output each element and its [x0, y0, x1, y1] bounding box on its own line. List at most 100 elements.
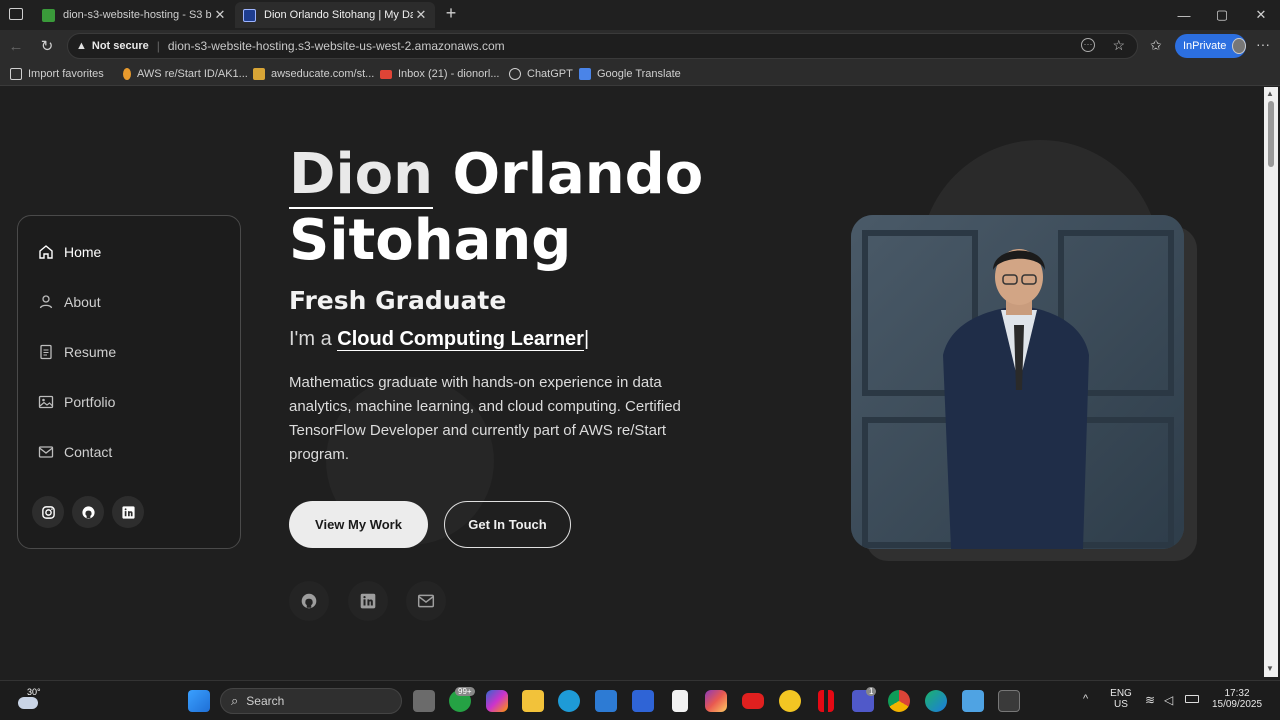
- instagram-app-icon[interactable]: [705, 690, 727, 712]
- hero-first-name: Dion: [289, 142, 434, 209]
- teams-badge: 1: [866, 687, 877, 696]
- minimize-icon[interactable]: —: [1164, 0, 1204, 30]
- bookmark-label: Google Translate: [597, 68, 681, 80]
- tab-title: Dion Orlando Sitohang | My Data: [264, 9, 413, 21]
- translate-icon: [579, 68, 591, 80]
- sidebar-item-label: Portfolio: [64, 394, 116, 410]
- image-icon: [38, 395, 54, 409]
- sidebar-item-label: About: [64, 294, 101, 310]
- search-placeholder: Search: [246, 694, 285, 708]
- close-tab-icon[interactable]: ✕: [413, 7, 429, 23]
- chrome-icon[interactable]: [888, 690, 910, 712]
- mini-github-link[interactable]: [289, 581, 329, 621]
- scroll-down-icon[interactable]: ▼: [1266, 664, 1274, 673]
- netflix-icon[interactable]: [818, 690, 834, 712]
- linkedin-icon: [121, 505, 135, 519]
- taskbar: 30° ⌕ Search 99+ 1 ^ ENG US ≋ ◁ 17:32 15…: [0, 680, 1280, 720]
- url-text: dion-s3-website-hosting.s3-website-us-we…: [167, 39, 505, 53]
- more-options-icon[interactable]: ···: [1081, 38, 1095, 52]
- inprivate-badge[interactable]: InPrivate: [1175, 34, 1246, 58]
- linkedin-icon: [360, 593, 376, 609]
- bookmark-google-translate[interactable]: Google Translate: [579, 66, 681, 82]
- document-icon: [40, 344, 52, 360]
- taskbar-search[interactable]: ⌕ Search: [220, 688, 402, 714]
- terminal-icon[interactable]: [998, 690, 1020, 712]
- wifi-icon[interactable]: ≋: [1145, 693, 1155, 707]
- input-language[interactable]: ENG US: [1108, 688, 1134, 710]
- bookmark-aws-restart[interactable]: AWS re/Start ID/AK1...: [123, 66, 248, 82]
- page-scrollbar[interactable]: ▲ ▼: [1264, 87, 1278, 677]
- sidebar-item-home[interactable]: Home: [38, 241, 101, 263]
- mail-icon: [417, 594, 435, 608]
- get-in-touch-button[interactable]: Get In Touch: [444, 501, 571, 548]
- typing-prefix: I'm a: [289, 328, 332, 350]
- bookmark-chatgpt[interactable]: ChatGPT: [509, 66, 573, 82]
- favorites-icon[interactable]: ✩: [1150, 37, 1162, 54]
- bookmark-gmail[interactable]: Inbox (21) - dionorl...: [380, 66, 500, 82]
- bookmark-import[interactable]: Import favorites: [10, 66, 104, 82]
- new-tab-button[interactable]: +: [442, 3, 460, 25]
- linkedin-link[interactable]: [112, 496, 144, 528]
- hero-name: Dion Orlando Sitohang: [289, 142, 809, 274]
- refresh-icon[interactable]: ↻: [36, 36, 58, 56]
- tab-actions-icon[interactable]: [9, 8, 23, 20]
- edge-dev-icon[interactable]: [558, 690, 580, 712]
- sidebar-item-contact[interactable]: Contact: [38, 441, 112, 463]
- sidebar-item-portfolio[interactable]: Portfolio: [38, 391, 115, 413]
- youtube-icon[interactable]: [742, 693, 764, 709]
- github-icon: [301, 593, 317, 609]
- bookmark-label: awseducate.com/st...: [271, 68, 375, 80]
- hero-description: Mathematics graduate with hands-on exper…: [289, 374, 681, 463]
- bookmark-label: Inbox (21) - dionorl...: [398, 68, 500, 80]
- site-favicon-icon: [243, 8, 256, 22]
- battery-icon[interactable]: [1185, 695, 1199, 703]
- github-icon: [81, 505, 95, 519]
- settings-more-icon[interactable]: ···: [1256, 36, 1270, 52]
- profile-photo: [851, 215, 1184, 549]
- restore-icon[interactable]: ▢: [1202, 0, 1242, 30]
- mini-linkedin-link[interactable]: [348, 581, 388, 621]
- import-icon: [10, 68, 22, 80]
- sidebar-item-about[interactable]: About: [38, 291, 101, 313]
- tab-portfolio[interactable]: Dion Orlando Sitohang | My Data ✕: [235, 2, 435, 28]
- mail-icon: [38, 446, 54, 458]
- language-label: ENG: [1110, 688, 1132, 699]
- scroll-thumb[interactable]: [1268, 101, 1274, 167]
- github-link[interactable]: [72, 496, 104, 528]
- copilot-icon[interactable]: [486, 690, 508, 712]
- url-field[interactable]: ▲ Not secure | dion-s3-website-hosting.s…: [67, 33, 1138, 59]
- box-icon: [253, 68, 265, 80]
- show-hidden-icons[interactable]: ^: [1083, 693, 1088, 705]
- task-view-icon[interactable]: [413, 690, 435, 712]
- clock-date: 15/09/2025: [1211, 699, 1263, 710]
- sidebar-nav: Home About Resume Portfolio Contact: [17, 215, 241, 549]
- weather-widget[interactable]: 30°: [16, 687, 46, 715]
- bookmark-awseducate[interactable]: awseducate.com/st...: [253, 66, 374, 82]
- volume-icon[interactable]: ◁: [1164, 693, 1173, 707]
- typing-line: I'm a Cloud Computing Learner|: [289, 328, 589, 351]
- favorite-star-icon[interactable]: ☆: [1112, 37, 1125, 54]
- close-window-icon[interactable]: ✕: [1241, 0, 1280, 30]
- view-my-work-button[interactable]: View My Work: [289, 501, 428, 548]
- sidebar-item-resume[interactable]: Resume: [38, 341, 116, 363]
- clock[interactable]: 17:32 15/09/2025: [1206, 688, 1268, 710]
- tab-s3-console[interactable]: dion-s3-website-hosting - S3 bu ✕: [34, 2, 234, 28]
- edge-icon[interactable]: [925, 690, 947, 712]
- instagram-link[interactable]: [32, 496, 64, 528]
- file-icon[interactable]: [672, 690, 688, 712]
- azure-data-studio-icon[interactable]: [632, 690, 654, 712]
- back-icon[interactable]: ←: [5, 36, 27, 56]
- store-icon[interactable]: [595, 690, 617, 712]
- scroll-up-icon[interactable]: ▲: [1266, 89, 1274, 98]
- aws-icon: [123, 68, 131, 80]
- close-tab-icon[interactable]: ✕: [212, 7, 228, 23]
- file-explorer-icon[interactable]: [522, 690, 544, 712]
- clock-time: 17:32: [1224, 688, 1250, 699]
- instagram-icon: [41, 505, 55, 519]
- mini-mail-link[interactable]: [406, 581, 446, 621]
- sidebar-item-label: Resume: [64, 344, 117, 360]
- emoji-app-icon[interactable]: [779, 690, 801, 712]
- notepad-icon[interactable]: [962, 690, 984, 712]
- s3-favicon-icon: [42, 8, 55, 22]
- windows-start-icon[interactable]: [188, 690, 210, 712]
